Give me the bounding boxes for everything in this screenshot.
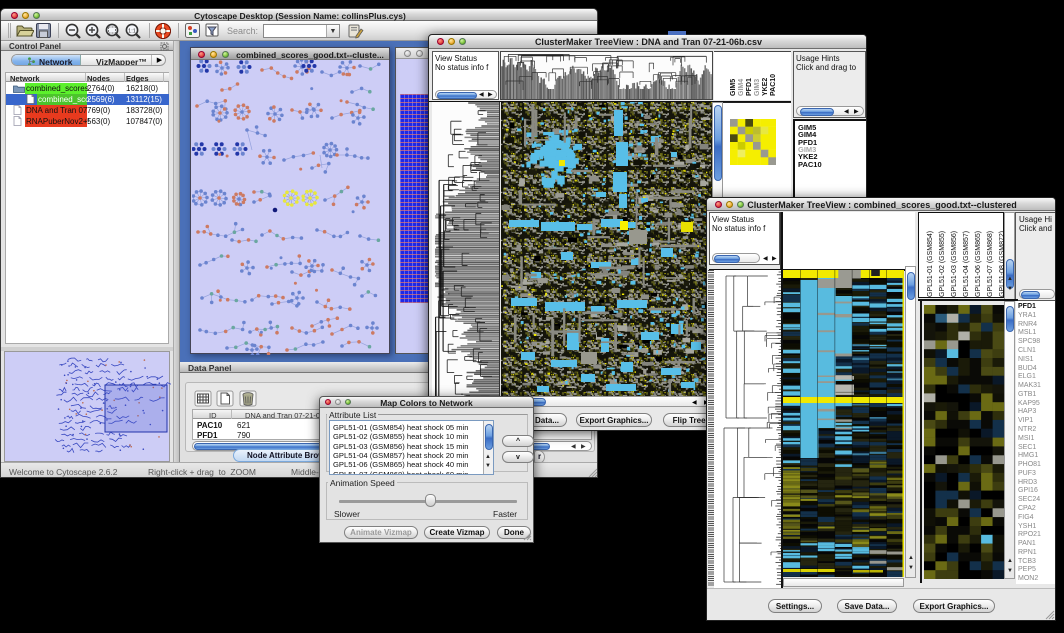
svg-text:1:1: 1:1 <box>128 29 136 35</box>
